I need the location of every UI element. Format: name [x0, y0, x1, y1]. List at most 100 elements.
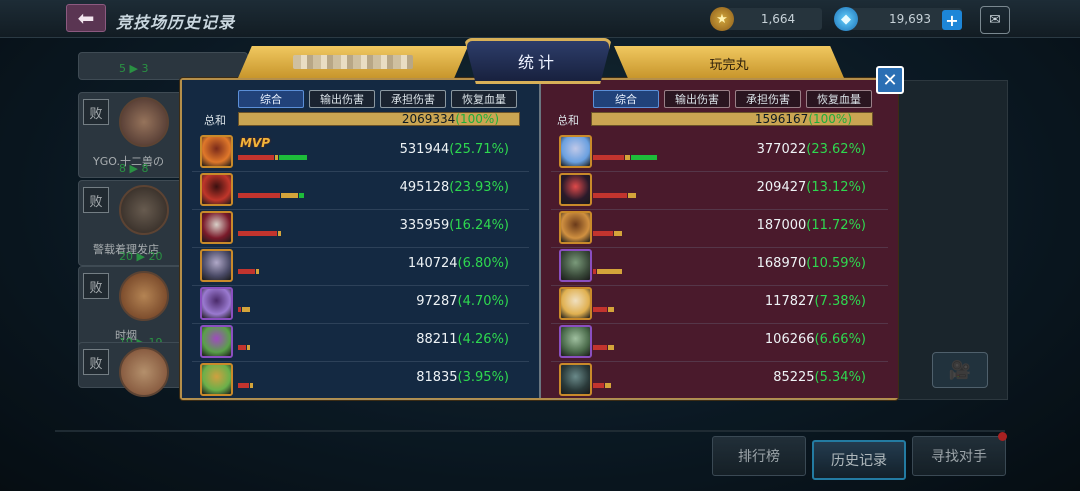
contribution-value: 168970	[756, 256, 807, 271]
tab-healing[interactable]: 恢复血量	[451, 90, 517, 108]
contribution-value: 377022	[756, 142, 807, 157]
hero-row: 335959(16.24%)	[182, 210, 539, 248]
contribution-value: 88211	[416, 332, 458, 347]
hero-row: 209427(13.12%)	[541, 172, 898, 210]
damage-taken-bar	[247, 345, 251, 350]
hero-contribution: 335959(16.24%)	[400, 218, 509, 233]
hero-portrait	[200, 325, 233, 358]
close-icon: ✕	[882, 69, 898, 91]
contribution-value: 85225	[773, 370, 815, 385]
contribution-percent: (3.95%)	[457, 370, 509, 385]
back-arrow-icon: ⬅	[77, 6, 95, 30]
contribution-percent: (13.12%)	[806, 180, 866, 195]
hero-row: 168970(10.59%)	[541, 248, 898, 286]
damage-taken-bar	[275, 155, 279, 160]
contribution-value: 495128	[399, 180, 450, 195]
hero-row: 140724(6.80%)	[182, 248, 539, 286]
contribution-percent: (6.66%)	[814, 332, 866, 347]
damage-taken-bar	[596, 269, 622, 274]
stat-tabs: 综合 输出伤害 承担伤害 恢复血量	[238, 90, 517, 110]
healing-bar	[631, 155, 657, 160]
tab-overall[interactable]: 综合	[593, 90, 659, 108]
damage-taken-bar	[624, 155, 631, 160]
hero-contribution: 187000(11.72%)	[757, 218, 866, 233]
healing-bar	[279, 155, 308, 160]
stat-tabs: 综合 输出伤害 承担伤害 恢复血量	[593, 90, 872, 110]
contribution-percent: (4.26%)	[457, 332, 509, 347]
left-player-name	[238, 54, 468, 69]
damage-taken-bar	[250, 383, 253, 388]
damage-dealt-bar	[238, 383, 250, 388]
stat-bars	[593, 345, 614, 350]
total-value: 1596167(100%)	[754, 112, 852, 126]
add-gems-button[interactable]: +	[942, 10, 962, 30]
hero-portrait	[559, 287, 592, 320]
contribution-percent: (11.72%)	[806, 218, 866, 233]
tab-damage-taken[interactable]: 承担伤害	[735, 90, 801, 108]
right-team-panel: 综合 输出伤害 承担伤害 恢复血量 总和 1596167(100%) 37702…	[541, 80, 898, 400]
tab-healing[interactable]: 恢复血量	[806, 90, 872, 108]
damage-dealt-bar	[593, 269, 596, 274]
gold-counter: ★ 1,664	[710, 7, 822, 31]
damage-dealt-bar	[238, 155, 275, 160]
damage-taken-bar	[241, 307, 251, 312]
contribution-percent: (10.59%)	[806, 256, 866, 271]
hero-contribution: 88211(4.26%)	[416, 332, 509, 347]
hero-contribution: 81835(3.95%)	[416, 370, 509, 385]
hero-portrait	[200, 249, 233, 282]
dialog-title: 统计	[464, 38, 612, 84]
damage-taken-bar	[608, 345, 614, 350]
contribution-value: 97287	[416, 294, 458, 309]
hero-contribution: 97287(4.70%)	[416, 294, 509, 309]
hero-portrait	[200, 173, 233, 206]
left-team-panel: 综合 输出伤害 承担伤害 恢复血量 总和 2069334(100%) MVP 53…	[182, 80, 539, 400]
damage-dealt-bar	[238, 231, 278, 236]
hero-row: 85225(5.34%)	[541, 362, 898, 400]
tab-damage-dealt[interactable]: 输出伤害	[309, 90, 375, 108]
hero-portrait	[559, 363, 592, 396]
contribution-value: 140724	[407, 256, 458, 271]
contribution-percent: (5.34%)	[814, 370, 866, 385]
hero-contribution: 85225(5.34%)	[773, 370, 866, 385]
contribution-value: 531944	[399, 142, 450, 157]
hero-portrait	[200, 287, 233, 320]
damage-taken-bar	[278, 231, 281, 236]
stat-bars	[593, 307, 614, 312]
hero-contribution: 106266(6.66%)	[765, 332, 866, 347]
total-bar: 2069334(100%)	[238, 112, 520, 126]
total-label: 总和	[557, 114, 579, 127]
hero-portrait	[559, 135, 592, 168]
hero-contribution: 168970(10.59%)	[757, 256, 866, 271]
tab-damage-taken[interactable]: 承担伤害	[380, 90, 446, 108]
hero-row: 106266(6.66%)	[541, 324, 898, 362]
hero-portrait	[559, 325, 592, 358]
contribution-percent: (6.80%)	[457, 256, 509, 271]
damage-dealt-bar	[238, 307, 241, 312]
hero-portrait	[200, 211, 233, 244]
damage-dealt-bar	[593, 383, 605, 388]
hero-row: 187000(11.72%)	[541, 210, 898, 248]
stat-bars	[238, 155, 308, 160]
contribution-percent: (4.70%)	[457, 294, 509, 309]
stat-bars	[593, 383, 611, 388]
left-player-header	[238, 46, 468, 78]
hero-contribution: 531944(25.71%)	[400, 142, 509, 157]
tab-damage-dealt[interactable]: 输出伤害	[664, 90, 730, 108]
damage-dealt-bar	[593, 345, 607, 350]
mail-icon[interactable]: ✉	[980, 6, 1010, 34]
contribution-value: 335959	[399, 218, 450, 233]
hero-contribution: 209427(13.12%)	[757, 180, 866, 195]
damage-dealt-bar	[238, 193, 280, 198]
tab-overall[interactable]: 综合	[238, 90, 304, 108]
stat-bars	[593, 193, 636, 198]
stat-bars	[238, 269, 259, 274]
healing-bar	[298, 193, 305, 198]
total-label: 总和	[204, 114, 226, 127]
close-button[interactable]: ✕	[876, 66, 904, 94]
contribution-value: 209427	[756, 180, 807, 195]
hero-contribution: 117827(7.38%)	[765, 294, 866, 309]
hero-contribution: 377022(23.62%)	[757, 142, 866, 157]
damage-dealt-bar	[593, 193, 627, 198]
contribution-percent: (25.71%)	[449, 142, 509, 157]
back-button[interactable]: ⬅	[66, 4, 106, 32]
